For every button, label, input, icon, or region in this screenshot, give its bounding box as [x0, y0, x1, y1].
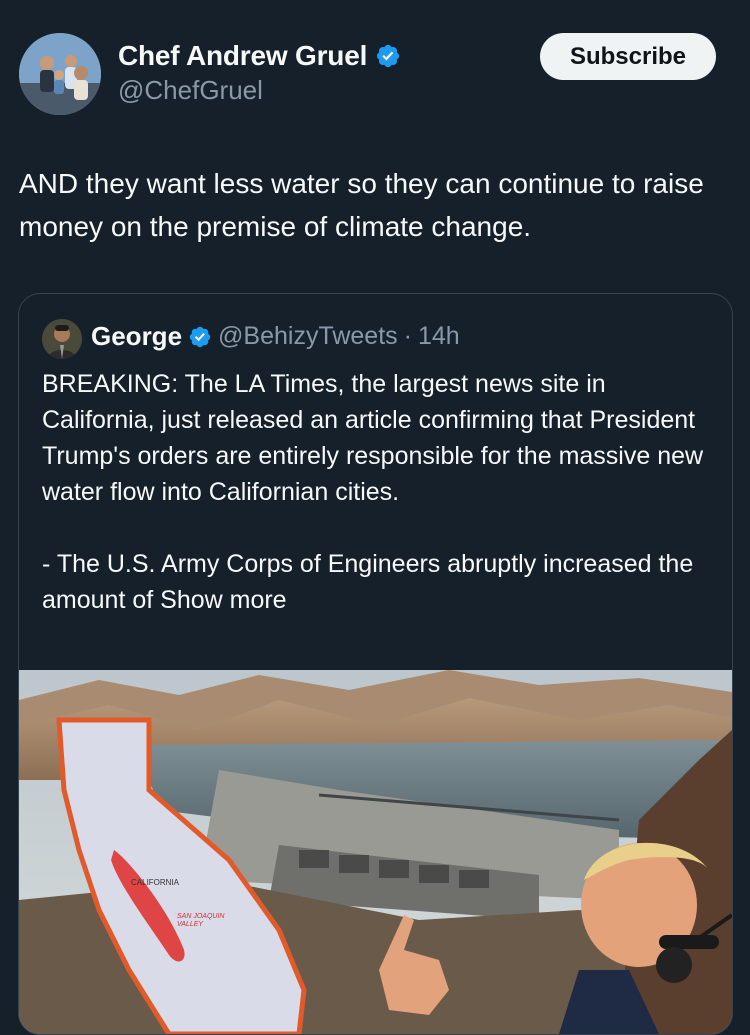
quoted-author-avatar[interactable] [42, 319, 82, 359]
verified-badge-icon [189, 326, 211, 347]
quoted-body-text: BREAKING: The LA Times, the largest news… [42, 370, 704, 614]
map-state-label: CALIFORNIA [131, 878, 180, 887]
tweet-text: AND they want less water so they can con… [19, 168, 704, 242]
author-name-row: Chef Andrew Gruel [118, 40, 401, 72]
author-avatar[interactable] [19, 33, 101, 115]
quoted-author-row: George @BehizyTweets · 14h [91, 321, 460, 352]
dam-reservoir-image: CALIFORNIA SAN JOAQUIN VALLEY [19, 670, 732, 1034]
tweet-post: Chef Andrew Gruel @ChefGruel Subscribe A… [0, 0, 750, 1035]
family-photo-avatar-icon [19, 33, 101, 115]
quoted-tweet-card[interactable]: George @BehizyTweets · 14h BREAKING: The… [18, 293, 733, 1035]
quoted-tweet-image[interactable]: CALIFORNIA SAN JOAQUIN VALLEY [19, 670, 732, 1034]
author-display-name[interactable]: Chef Andrew Gruel [118, 40, 367, 72]
quoted-author-name[interactable]: George [91, 321, 182, 352]
author-handle[interactable]: @ChefGruel [118, 75, 263, 106]
show-more-link[interactable]: Show more [160, 586, 286, 614]
subscribe-button[interactable]: Subscribe [540, 33, 716, 80]
verified-badge-icon [377, 44, 400, 68]
quoted-tweet-text: BREAKING: The LA Times, the largest news… [42, 366, 712, 618]
quoted-author-handle[interactable]: @BehizyTweets [218, 322, 398, 351]
map-valley-label-line1: SAN JOAQUIN [177, 913, 225, 920]
quoted-timestamp[interactable]: 14h [418, 322, 460, 351]
person-avatar-icon [42, 319, 82, 359]
separator-dot: · [403, 322, 412, 350]
map-valley-label-line2: VALLEY [177, 921, 204, 928]
